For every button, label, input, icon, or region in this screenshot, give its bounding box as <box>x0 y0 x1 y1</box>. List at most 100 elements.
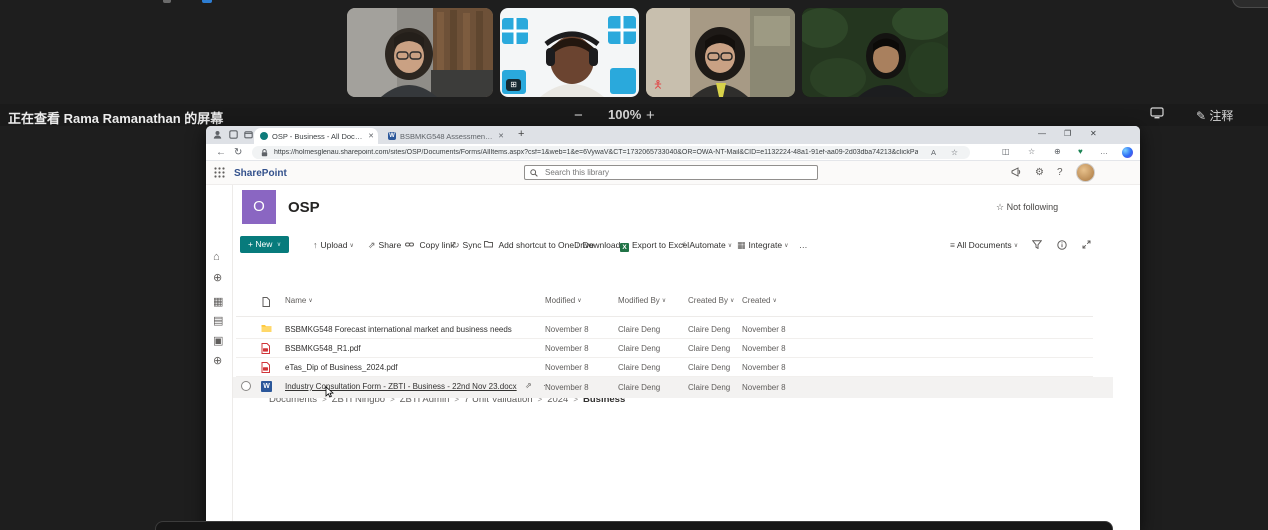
favorites-bar-icon[interactable]: ☆ <box>1028 147 1035 156</box>
search-input[interactable] <box>543 167 803 178</box>
follow-button[interactable]: ☆ Not following <box>996 202 1058 213</box>
globe-icon[interactable]: ⊕ <box>213 272 222 284</box>
zoom-in-button[interactable]: + <box>646 107 655 124</box>
view-selector[interactable]: ≡ All Documents∨ <box>950 240 1018 250</box>
participant-video-3[interactable]: 🯅 <box>646 8 795 97</box>
table-row-pdf[interactable]: BSBMKG548_R1.pdf November 8 Claire Deng … <box>233 339 1113 358</box>
file-name[interactable]: BSBMKG548_R1.pdf <box>285 344 361 353</box>
document-icon[interactable]: ▤ <box>213 315 223 327</box>
annotate-label: 注释 <box>1209 109 1233 123</box>
created-by-value[interactable]: Claire Deng <box>688 344 730 353</box>
meeting-bottom-toolbar[interactable] <box>155 521 1113 530</box>
window-close-button[interactable]: ✕ <box>1090 129 1097 138</box>
fit-screen-icon[interactable] <box>1150 107 1164 122</box>
sites-grid-icon[interactable]: ▦ <box>213 296 223 308</box>
clipped-view-button[interactable] <box>1232 0 1268 8</box>
back-icon[interactable]: ← <box>216 147 226 158</box>
tab-close-icon[interactable]: ✕ <box>368 132 374 140</box>
read-aloud-icon[interactable]: A <box>931 148 936 157</box>
window-minimize-button[interactable]: — <box>1038 129 1046 138</box>
create-plus-icon[interactable]: ⊕ <box>213 355 222 367</box>
file-name-link[interactable]: Industry Consultation Form - ZBTI - Busi… <box>285 382 517 391</box>
site-logo[interactable]: O <box>242 190 276 224</box>
info-icon[interactable] <box>1057 240 1067 252</box>
file-name[interactable]: eTas_Dip of Business_2024.pdf <box>285 363 398 372</box>
column-modified-by[interactable]: Modified By∨ <box>618 296 666 305</box>
share-button[interactable]: ⇗Share <box>368 240 401 251</box>
tab-assessment-map[interactable]: W BSBMKG548 Assessment Map.V1 ✕ <box>382 128 508 144</box>
file-name[interactable]: BSBMKG548 Forecast international market … <box>285 325 512 334</box>
library-search-box[interactable] <box>524 165 818 180</box>
expand-icon[interactable] <box>1082 240 1091 251</box>
split-screen-icon[interactable]: ◫ <box>1002 147 1010 156</box>
refresh-icon[interactable]: ↻ <box>234 147 242 158</box>
sharepoint-app-name[interactable]: SharePoint <box>234 168 287 179</box>
copilot-icon[interactable] <box>1122 147 1133 158</box>
browser-profile-icon[interactable] <box>213 130 222 141</box>
table-row-pdf[interactable]: eTas_Dip of Business_2024.pdf November 8… <box>233 358 1113 377</box>
megaphone-icon[interactable] <box>1011 167 1022 180</box>
account-avatar[interactable] <box>1076 163 1095 182</box>
url-field[interactable]: https://holmesglenau.sharepoint.com/site… <box>252 146 970 159</box>
column-name[interactable]: Name∨ <box>285 296 313 305</box>
pdf-icon <box>261 343 272 354</box>
participant-video-1[interactable] <box>347 8 493 97</box>
new-button[interactable]: + New ∨ <box>240 236 289 253</box>
table-row-folder[interactable]: BSBMKG548 Forecast international market … <box>233 320 1113 339</box>
modified-by-value[interactable]: Claire Deng <box>618 325 660 334</box>
participant-video-2[interactable]: ⊞ <box>500 8 639 97</box>
browser-essentials-icon[interactable]: ♥ <box>1078 147 1083 156</box>
column-modified[interactable]: Modified∨ <box>545 296 582 305</box>
modified-by-value[interactable]: Claire Deng <box>618 363 660 372</box>
share-icon: ⇗ <box>368 240 376 250</box>
created-by-value[interactable]: Claire Deng <box>688 383 730 392</box>
site-title[interactable]: OSP <box>288 199 320 216</box>
toolbar-overflow-button[interactable]: … <box>799 240 808 250</box>
integrate-button[interactable]: ▦Integrate∨ <box>737 240 788 251</box>
modified-by-value[interactable]: Claire Deng <box>618 383 660 392</box>
browser-tab-strip: OSP - Business - All Documents ✕ W BSBMK… <box>206 126 1140 144</box>
modified-value: November 8 <box>545 383 589 392</box>
automate-button[interactable]: ⚡Automate∨ <box>680 240 732 251</box>
sync-icon: ↻ <box>452 240 460 250</box>
home-icon[interactable]: ⌂ <box>213 251 220 263</box>
tab-close-icon[interactable]: ✕ <box>498 132 504 140</box>
browser-menu-icon[interactable]: … <box>1100 147 1108 156</box>
tab-osp-documents[interactable]: OSP - Business - All Documents ✕ <box>254 128 378 144</box>
favorite-star-icon[interactable]: ☆ <box>951 148 958 157</box>
row-select-radio[interactable] <box>241 381 251 391</box>
mouse-cursor <box>325 386 334 400</box>
settings-gear-icon[interactable]: ⚙ <box>1035 167 1044 178</box>
modified-value: November 8 <box>545 344 589 353</box>
annotate-button[interactable]: ✎ 注释 <box>1196 107 1233 124</box>
column-created[interactable]: Created∨ <box>742 296 777 305</box>
modified-by-value[interactable]: Claire Deng <box>618 344 660 353</box>
library-icon[interactable]: ▣ <box>213 335 223 347</box>
help-icon[interactable]: ? <box>1057 167 1063 178</box>
zoom-out-button[interactable]: − <box>574 107 583 124</box>
filter-icon[interactable] <box>1032 240 1042 251</box>
workspaces-icon[interactable] <box>229 130 238 141</box>
window-restore-button[interactable]: ❐ <box>1064 129 1071 138</box>
word-file-icon: W <box>261 381 272 392</box>
video-frame <box>646 8 795 97</box>
created-by-value[interactable]: Claire Deng <box>688 363 730 372</box>
sync-button[interactable]: ↻Sync <box>452 240 481 251</box>
column-created-by[interactable]: Created By∨ <box>688 296 734 305</box>
zoom-level[interactable]: 100% <box>608 107 641 122</box>
participant-video-4[interactable] <box>802 8 948 97</box>
share-indicator-icon: ⊞ <box>506 79 521 91</box>
new-tab-button[interactable]: + <box>518 128 524 140</box>
created-by-value[interactable]: Claire Deng <box>688 325 730 334</box>
upload-button[interactable]: ↑Upload∨ <box>313 240 354 250</box>
app-launcher-waffle-icon[interactable] <box>214 167 225 181</box>
download-button[interactable]: ↓Download <box>575 240 620 250</box>
tab-search-icon[interactable] <box>244 130 253 141</box>
table-row-docx-selected[interactable]: W Industry Consultation Form - ZBTI - Bu… <box>233 377 1113 398</box>
row-share-icon[interactable]: ⇗ <box>525 381 532 390</box>
copy-link-button[interactable]: Copy link <box>405 240 454 250</box>
download-icon: ↓ <box>575 240 580 250</box>
collections-icon[interactable]: ⊕ <box>1054 147 1061 156</box>
browser-window: OSP - Business - All Documents ✕ W BSBMK… <box>206 126 1140 530</box>
export-excel-button[interactable]: XExport to Excel <box>620 240 689 252</box>
